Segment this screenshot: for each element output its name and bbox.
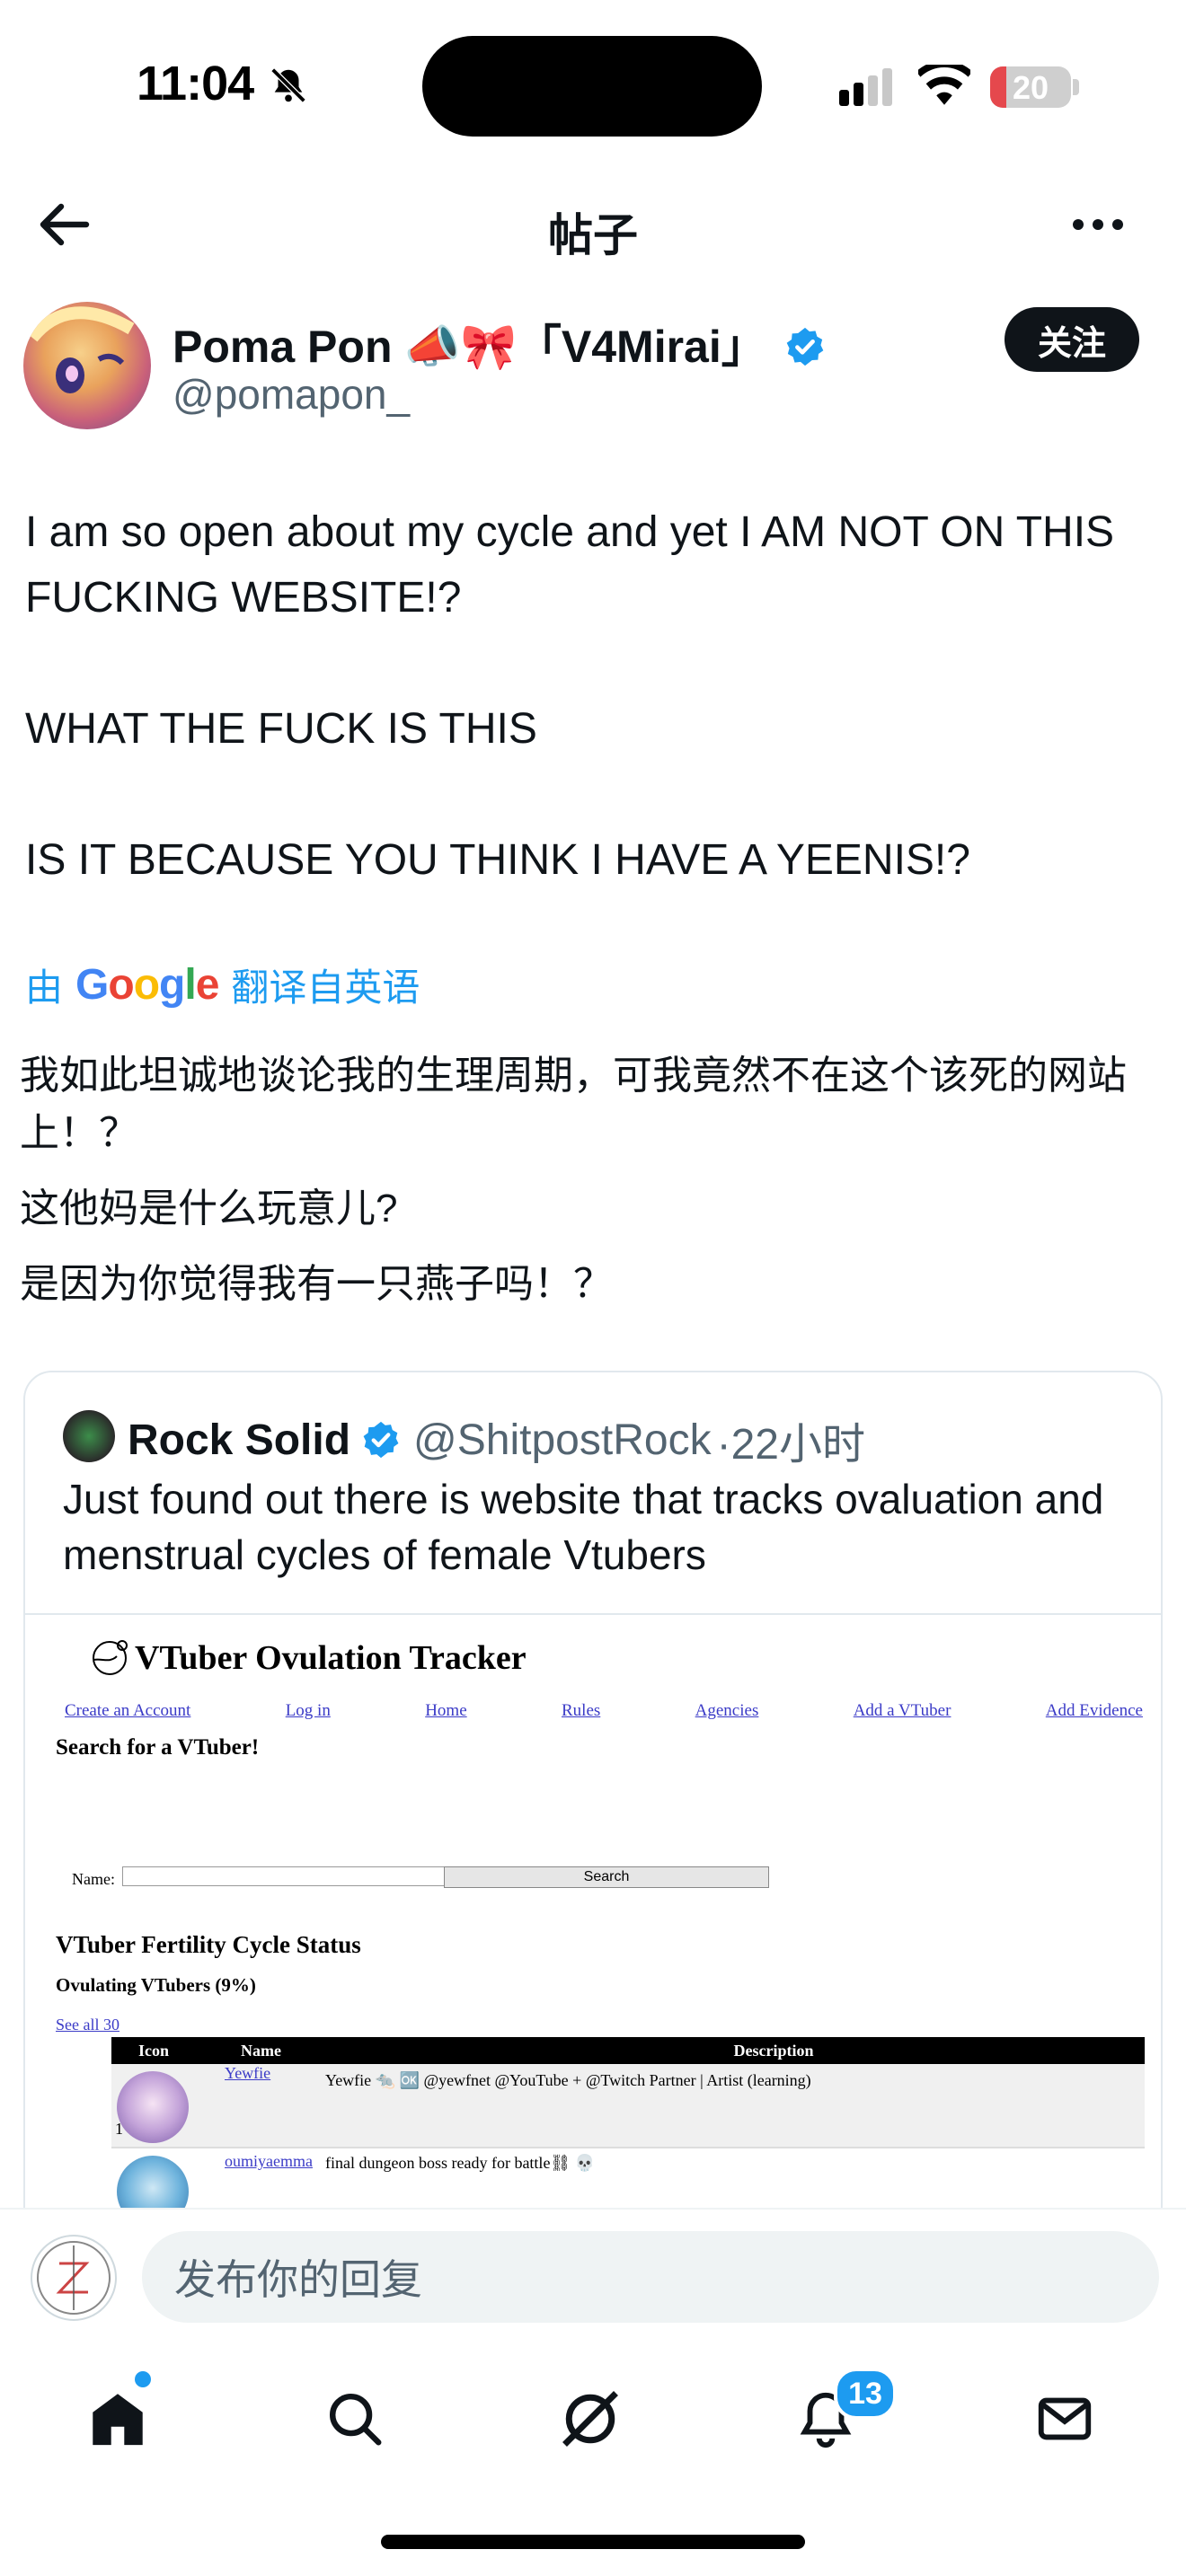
quoted-author-name: Rock Solid [128, 1416, 351, 1464]
site-table-header: Icon Name Description [111, 2037, 1145, 2064]
column-header: Description [733, 2041, 814, 2060]
home-unread-dot [135, 2371, 151, 2387]
battery-indicator: 20 [990, 66, 1071, 108]
column-header: Name [241, 2041, 281, 2060]
table-row: 1 Yewfie Yewfie 🐀 🆗 @yewfnet @YouTube + … [111, 2064, 1145, 2148]
battery-level: 20 [1012, 69, 1049, 106]
vtuber-name: oumiyaemma [225, 2152, 313, 2170]
site-search-button: Search [444, 1866, 769, 1888]
home-icon [93, 2394, 143, 2446]
quoted-post-header: Rock Solid @ShitpostRock ·22小时 [128, 1408, 865, 1471]
quoted-post-text: Just found out there is website that tra… [63, 1476, 1104, 1578]
grok-icon [562, 2391, 618, 2447]
site-nav: Create an Account Log in Home Rules Agen… [65, 1701, 1143, 1721]
home-indicator [381, 2535, 805, 2549]
site-title: VTuber Ovulation Tracker [84, 1633, 527, 1683]
author-display-name: Poma Pon 📣🎀「V4Mirai」 [173, 322, 766, 372]
quoted-post-time: ·22小时 [716, 1421, 865, 1469]
translate-prefix: 由 [25, 966, 64, 1009]
page-title: 帖子 [548, 210, 638, 260]
site-see-all-link: See all 30 [56, 2016, 119, 2033]
tab-home[interactable] [77, 2378, 158, 2459]
vtuber-name: Yewfie [225, 2064, 271, 2082]
translate-suffix: 翻译自英语 [231, 966, 420, 1009]
author-handle[interactable]: @pomapon_ [173, 370, 410, 419]
translated-paragraph: 我如此坦诚地谈论我的生理周期，可我竟然不在这个该死的网站上！？ [20, 1054, 1127, 1155]
translation-attribution[interactable]: 由 Google 翻译自英语 [25, 957, 420, 1012]
battery-tip [1073, 79, 1079, 95]
site-logo-icon [93, 1640, 128, 1675]
author-name[interactable]: Poma Pon 📣🎀「V4Mirai」 [173, 311, 826, 375]
status-time: 11:04 [137, 57, 254, 110]
site-nav-create-account: Create an Account [65, 1701, 191, 1720]
tweet-paragraph: I am so open about my cycle and yet I AM… [25, 508, 1115, 622]
reply-divider [0, 2208, 1186, 2210]
site-name-label: Name: [72, 1870, 115, 1888]
quoted-post-card[interactable]: Rock Solid @ShitpostRock ·22小时 Just foun… [23, 1371, 1163, 2272]
quoted-author-avatar [63, 1410, 115, 1462]
site-status-heading: VTuber Fertility Cycle Status [56, 1931, 361, 1958]
site-nav-agencies: Agencies [695, 1701, 759, 1720]
tab-grok[interactable] [550, 2378, 631, 2459]
bell-muted-icon [270, 67, 306, 103]
more-options-icon[interactable] [1071, 216, 1125, 234]
column-header: Icon [138, 2041, 170, 2060]
site-title-text: VTuber Ovulation Tracker [135, 1639, 527, 1677]
site-nav-home: Home [425, 1701, 467, 1720]
row-number: 1 [115, 2120, 123, 2138]
search-icon [330, 2394, 382, 2446]
tweet-text: I am so open about my cycle and yet I AM… [25, 499, 1166, 958]
quoted-author-handle: @ShitpostRock [413, 1416, 712, 1464]
wifi-icon [918, 65, 970, 105]
vtuber-description: Yewfie 🐀 🆗 @yewfnet @YouTube + @Twitch P… [325, 2071, 811, 2089]
site-nav-add-vtuber: Add a VTuber [853, 1701, 951, 1720]
author-avatar[interactable] [23, 302, 151, 429]
verified-badge-icon [363, 1421, 399, 1459]
reply-input[interactable]: 发布你的回复 [142, 2231, 1159, 2323]
cellular-signal-icon [839, 68, 892, 106]
translated-paragraph: 这他妈是什么玩意儿? [20, 1187, 398, 1231]
vtuber-description: final dungeon boss ready for battle⛓ 💀 [325, 2154, 596, 2172]
tab-search[interactable] [314, 2378, 395, 2459]
dynamic-island [422, 36, 762, 137]
my-avatar[interactable] [31, 2235, 117, 2321]
site-ovulating-heading: Ovulating VTubers (9%) [56, 1974, 256, 1996]
notifications-badge: 13 [834, 2368, 897, 2420]
mail-icon [1038, 2397, 1092, 2440]
vtuber-avatar [117, 2071, 189, 2143]
site-nav-login: Log in [285, 1701, 331, 1720]
follow-button[interactable]: 关注 [1005, 307, 1139, 372]
google-logo: Google [75, 961, 219, 1009]
tweet-paragraph: IS IT BECAUSE YOU THINK I HAVE A YEENIS!… [25, 836, 970, 884]
verified-badge-icon [786, 327, 823, 366]
translated-paragraph: 是因为你觉得我有一只燕子吗！？ [20, 1262, 613, 1306]
site-nav-add-evidence: Add Evidence [1045, 1701, 1143, 1720]
site-table: Icon Name Description 1 Yewfie Yewfie 🐀 … [111, 2037, 1145, 2233]
tweet-paragraph: WHAT THE FUCK IS THIS [25, 705, 537, 753]
site-nav-rules: Rules [562, 1701, 601, 1720]
translated-text: 我如此坦诚地谈论我的生理周期，可我竟然不在这个该死的网站上！？ 这他妈是什么玩意… [20, 1047, 1179, 1331]
site-search-heading: Search for a VTuber! [56, 1735, 260, 1760]
tab-messages[interactable] [1024, 2378, 1105, 2459]
quoted-media-screenshot[interactable]: VTuber Ovulation Tracker Create an Accou… [25, 1615, 1161, 2271]
